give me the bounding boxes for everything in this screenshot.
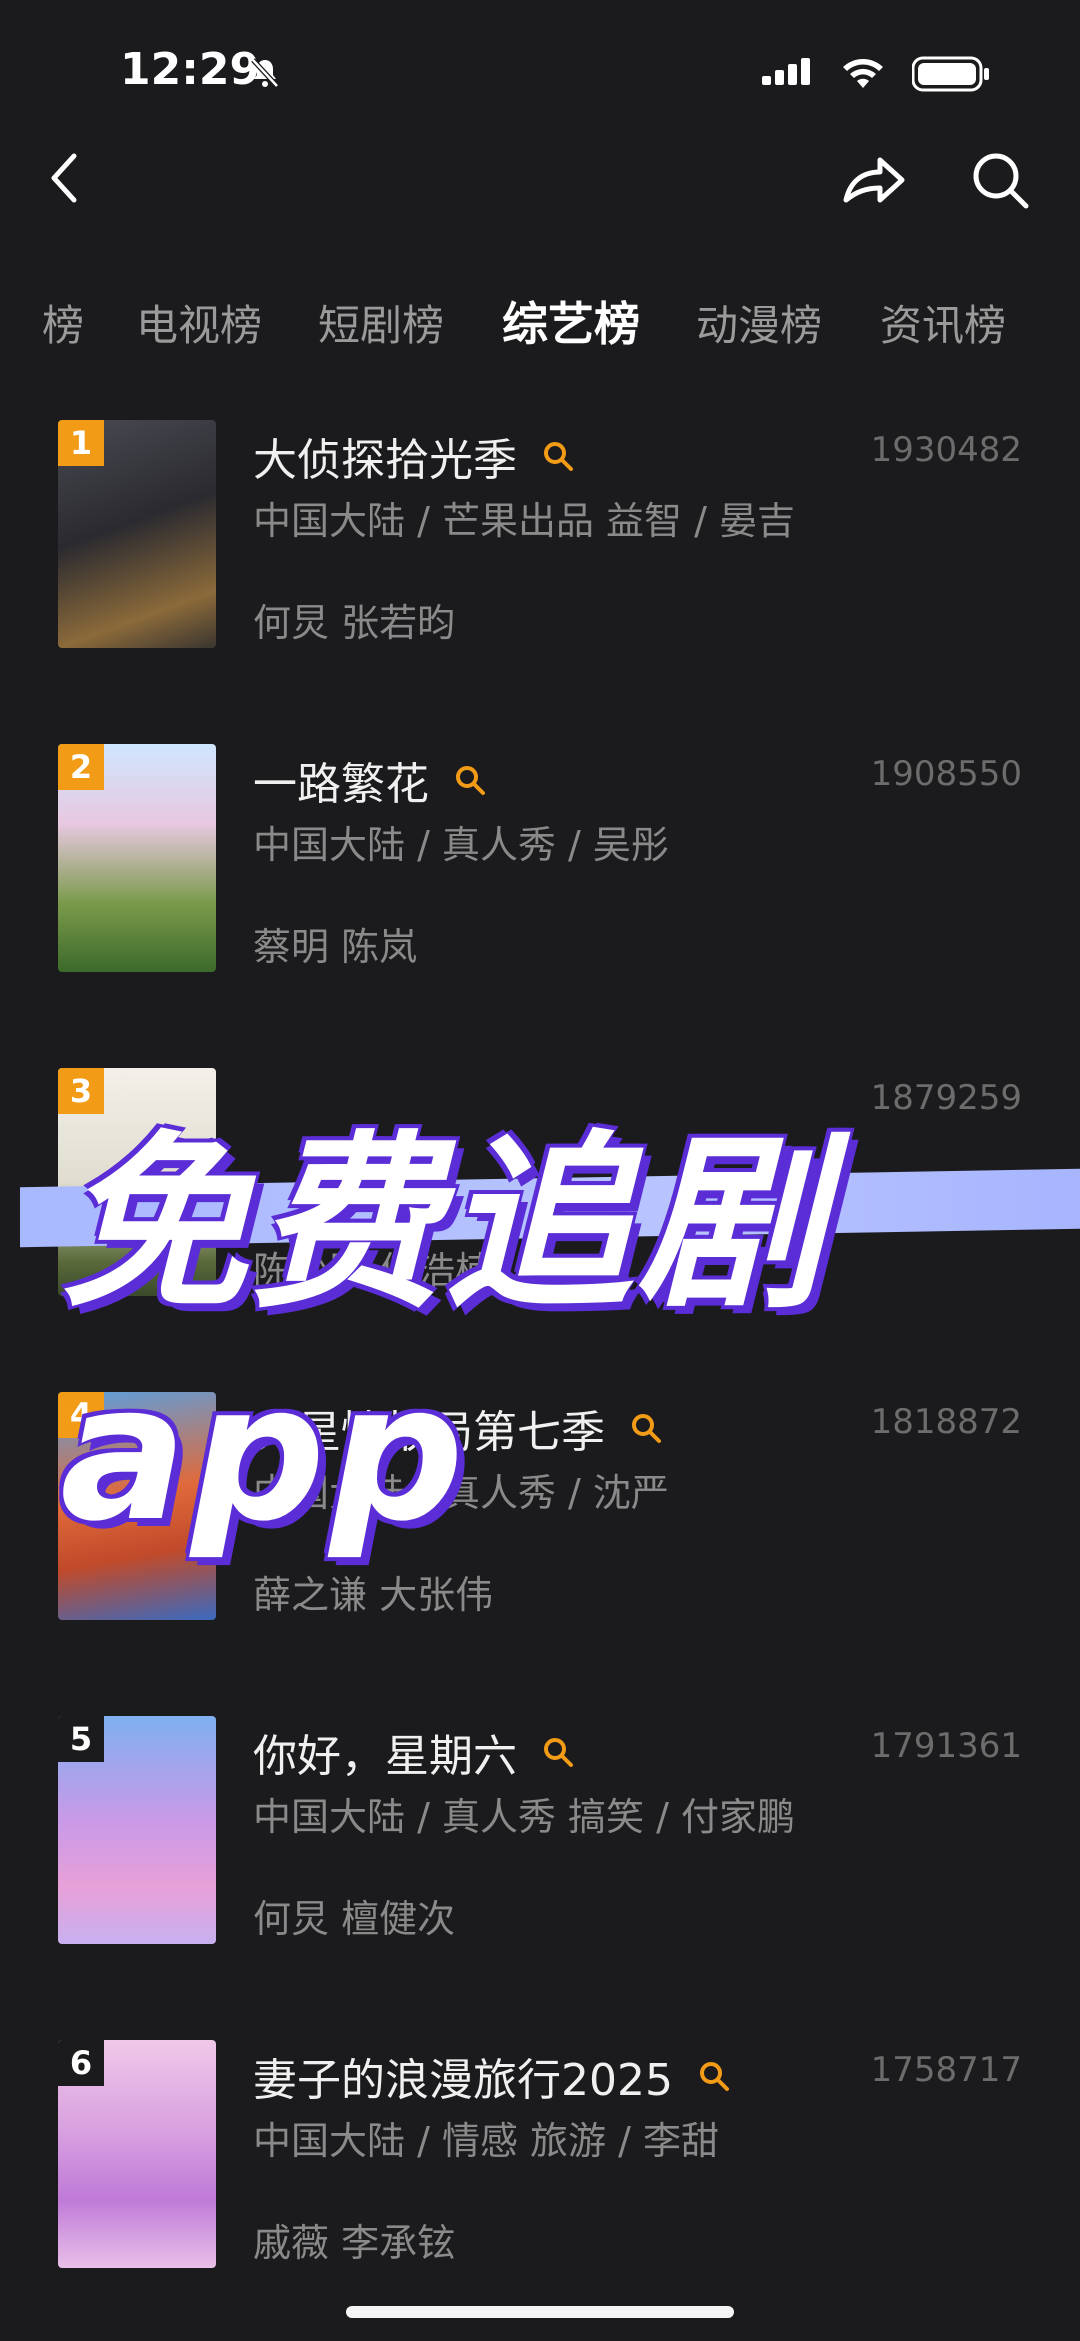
cellular-signal-icon: [762, 58, 810, 88]
battery-icon: [912, 56, 989, 92]
list-item[interactable]: 2 一路繁花 1908550 中国大陆 / 真人秀 / 吴彤 蔡明 陈岚: [0, 744, 1080, 974]
rank-badge: 4: [58, 1392, 104, 1438]
share-icon[interactable]: [838, 148, 908, 208]
category-tabs: 榜 电视榜 短剧榜 综艺榜 动漫榜 资讯榜: [0, 292, 1080, 362]
item-title: 你好，星期六: [253, 1731, 517, 1782]
item-cast: 戚薇 李承铉: [253, 2221, 456, 2265]
poster-image: 6: [58, 2040, 216, 2268]
home-indicator[interactable]: [346, 2306, 734, 2318]
poster-image: 1: [58, 420, 216, 648]
tab-anime[interactable]: 动漫榜: [696, 292, 822, 353]
status-time: 12:29: [120, 44, 261, 95]
search-icon[interactable]: [968, 148, 1032, 212]
item-cast: 蔡明 陈岚: [253, 925, 418, 969]
item-meta: 中国大陆 / 真人秀 / 吴彤: [253, 823, 669, 867]
poster-image: 5: [58, 1716, 216, 1944]
item-meta: 中国大陆 / 情感 旅游 / 李甜: [253, 2119, 720, 2163]
rank-badge: 2: [58, 744, 104, 790]
list-item[interactable]: 1 大侦探拾光季 1930482 中国大陆 / 芒果出品 益智 / 晏吉 何炅 …: [0, 420, 1080, 650]
item-cast: 何炅 张若昀: [253, 601, 456, 645]
list-item[interactable]: 5 你好，星期六 1791361 中国大陆 / 真人秀 搞笑 / 付家鹏 何炅 …: [0, 1716, 1080, 1946]
item-meta: 中国大陆 / 真人秀 搞笑 / 付家鹏: [253, 1795, 796, 1839]
bell-muted-icon: [251, 58, 279, 88]
item-cast: 陈少熙 何浩楠: [253, 1249, 494, 1293]
tab-news[interactable]: 资讯榜: [880, 292, 1006, 353]
tab-tv[interactable]: 电视榜: [136, 292, 262, 353]
search-icon[interactable]: [541, 1735, 575, 1769]
status-bar: 12:29: [0, 0, 1080, 140]
search-icon[interactable]: [629, 1411, 663, 1445]
poster-image: 2: [58, 744, 216, 972]
item-cast: 何炅 檀健次: [253, 1897, 456, 1941]
item-title: 大侦探拾光季: [253, 435, 517, 486]
search-icon[interactable]: [541, 439, 575, 473]
list-item[interactable]: 4 火星情报局第七季 1818872 中国大陆 / 真人秀 / 沈严 薛之谦 大…: [0, 1392, 1080, 1622]
search-icon[interactable]: [453, 763, 487, 797]
item-title: 火星情报局第七季: [253, 1407, 605, 1458]
item-score: 1879259: [870, 1078, 1022, 1118]
tab-short-drama[interactable]: 短剧榜: [318, 292, 444, 353]
tab-variety[interactable]: 综艺榜: [502, 292, 640, 354]
item-score: 1758717: [870, 2050, 1022, 2090]
item-cast: 薛之谦 大张伟: [253, 1573, 494, 1617]
rank-badge: 5: [58, 1716, 104, 1762]
wifi-icon: [843, 59, 883, 88]
rank-badge: 3: [58, 1068, 104, 1114]
list-item[interactable]: 6 妻子的浪漫旅行2025 1758717 中国大陆 / 情感 旅游 / 李甜 …: [0, 2040, 1080, 2270]
poster-image: 4: [58, 1392, 216, 1620]
rank-badge: 6: [58, 2040, 104, 2086]
item-score: 1930482: [870, 430, 1022, 470]
rank-badge: 1: [58, 420, 104, 466]
item-title: 一路繁花: [253, 759, 429, 810]
item-meta: 中国大陆 / 真人秀 / 沈严: [253, 1471, 669, 1515]
back-icon[interactable]: [44, 148, 84, 208]
item-score: 1791361: [870, 1726, 1022, 1766]
search-icon[interactable]: [697, 2059, 731, 2093]
tab-bang[interactable]: 榜: [42, 292, 84, 353]
item-meta: 中国大陆 / 芒果出品 益智 / 晏吉: [253, 499, 796, 543]
item-score: 1818872: [870, 1402, 1022, 1442]
item-score: 1908550: [870, 754, 1022, 794]
list-item[interactable]: 3 1879259 陈少熙 何浩楠: [0, 1068, 1080, 1298]
poster-image: 3: [58, 1068, 216, 1296]
item-title: 妻子的浪漫旅行2025: [253, 2055, 673, 2106]
